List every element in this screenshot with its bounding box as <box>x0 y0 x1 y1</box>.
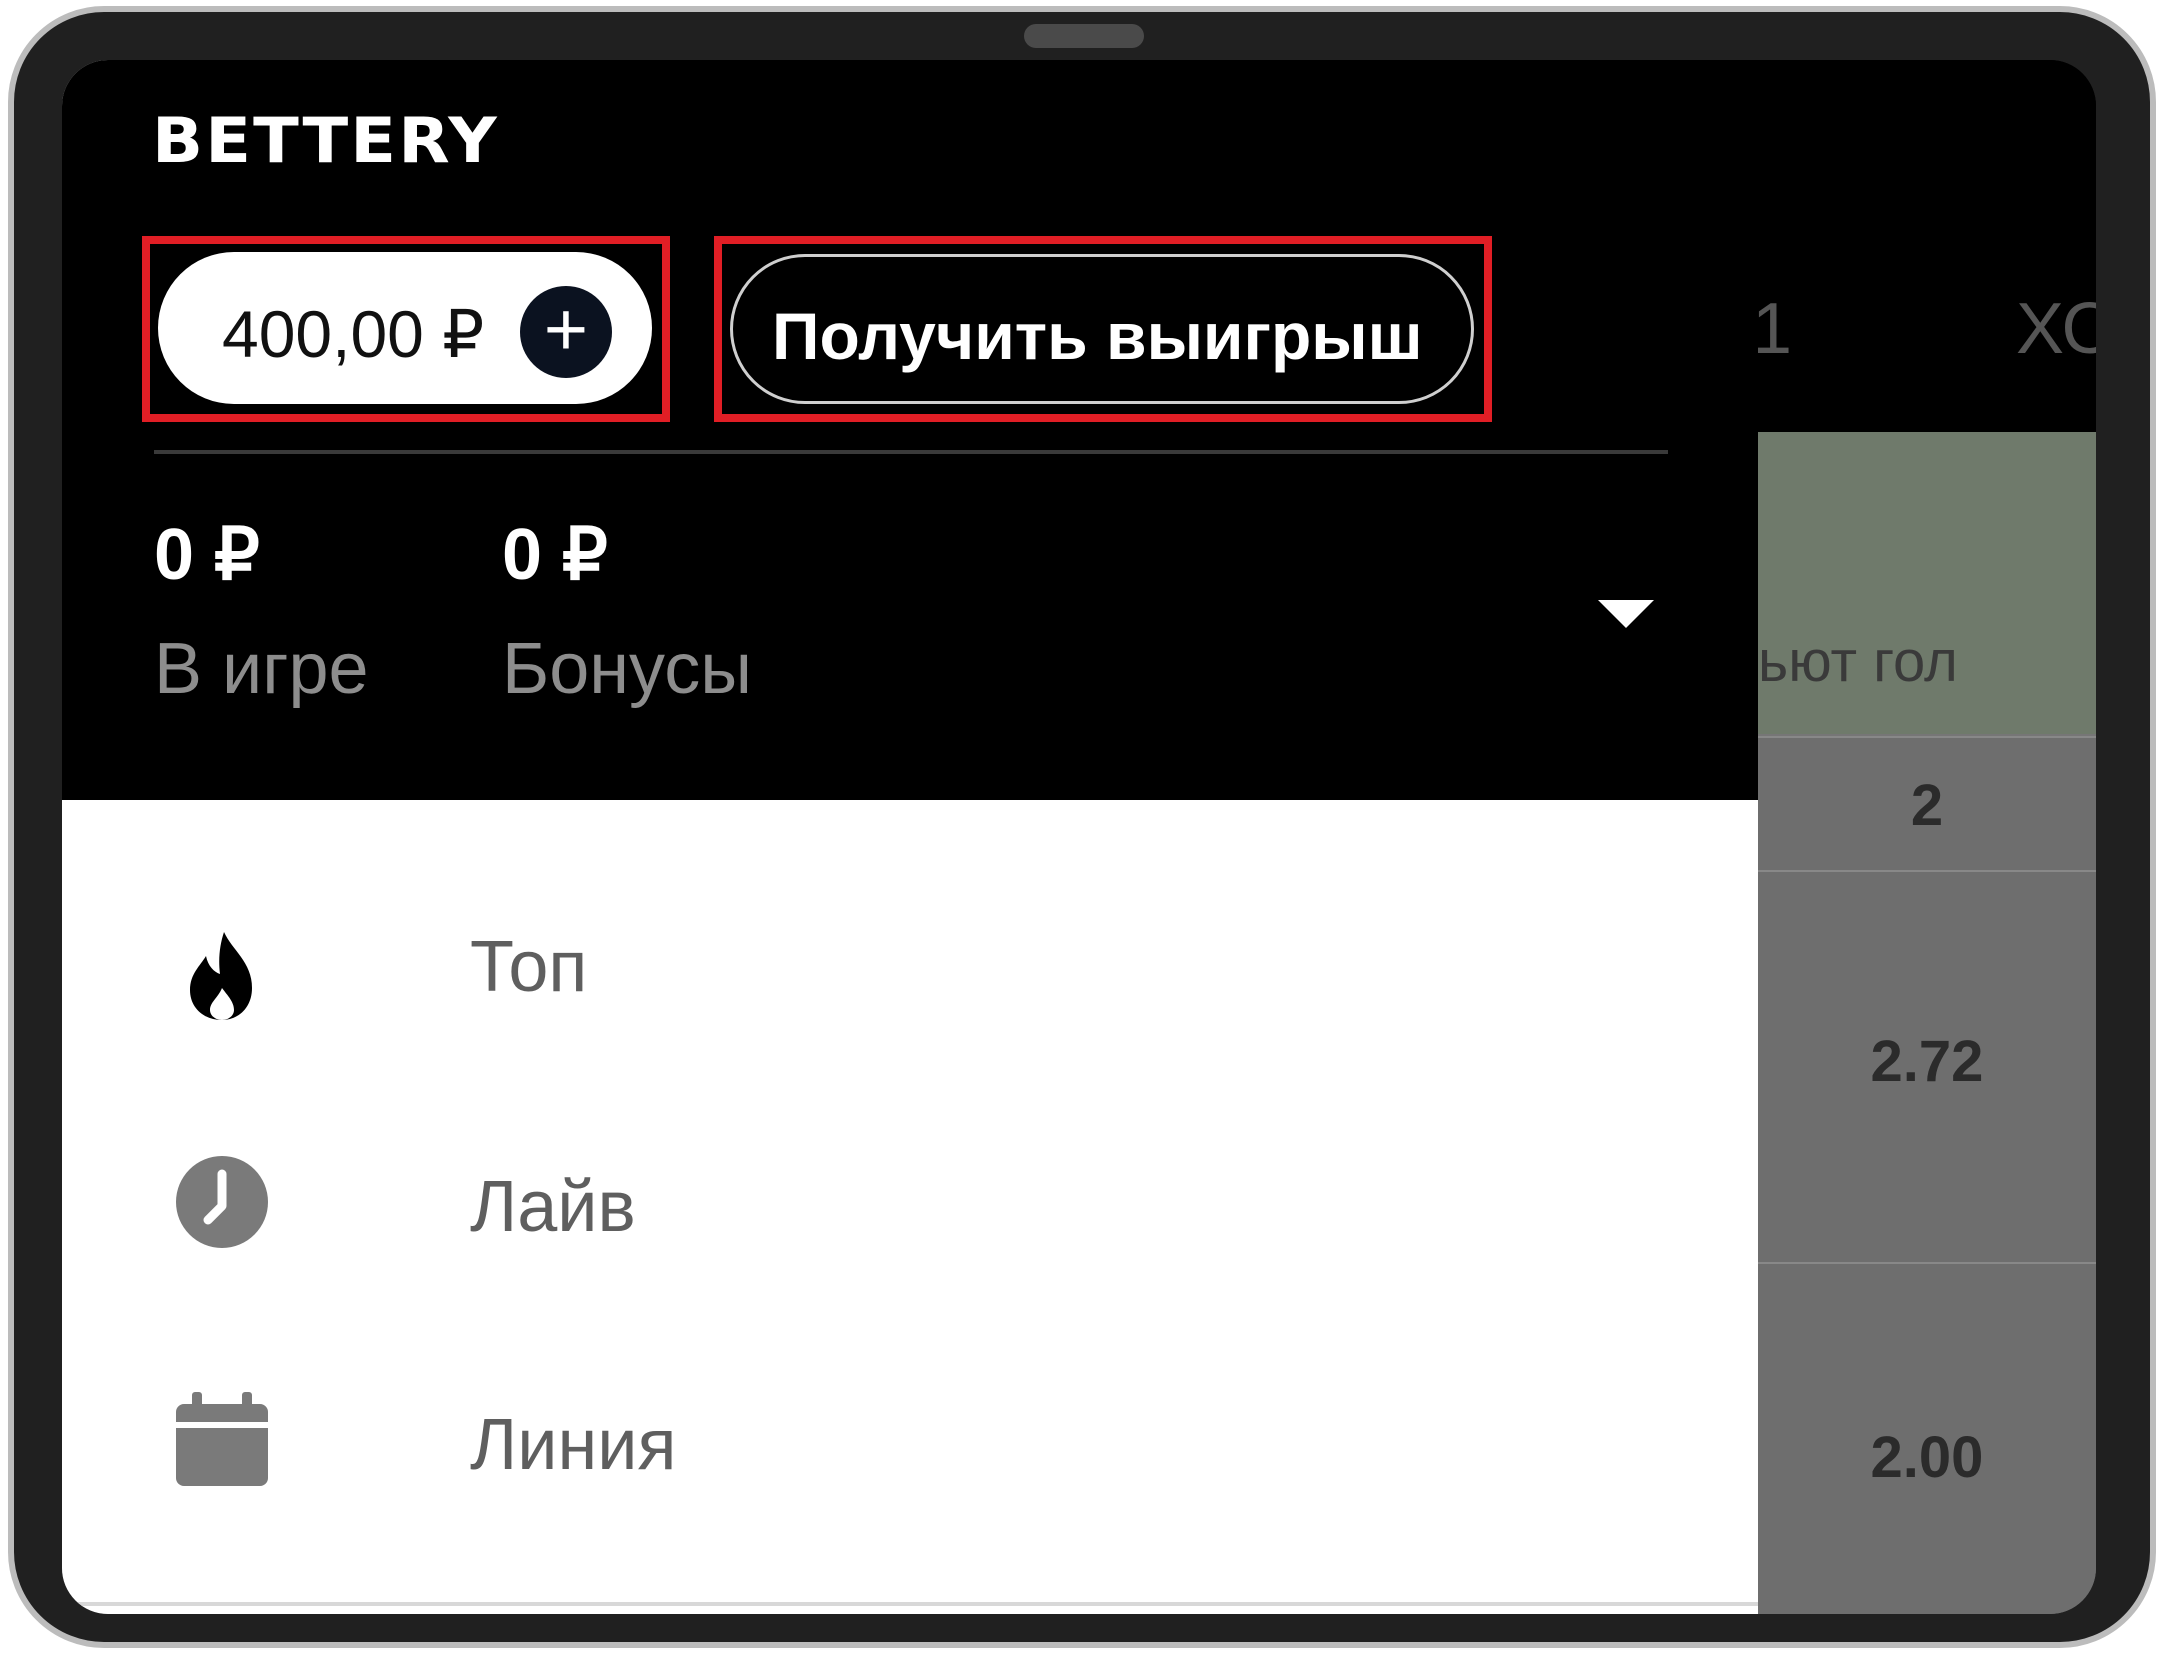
menu-item-live[interactable]: Лайв <box>62 1104 1758 1304</box>
menu-divider <box>62 1602 1758 1606</box>
background-market-title: ьют гол <box>1758 629 1958 694</box>
highlight-frame-withdraw <box>714 236 1492 422</box>
fire-icon <box>190 932 252 1020</box>
brand-logo: BETTERY <box>152 104 499 177</box>
header-divider <box>154 450 1668 454</box>
calendar-icon <box>176 1392 268 1486</box>
background-tab[interactable]: ХО <box>2016 288 2096 370</box>
menu-item-label: Лайв <box>470 1167 636 1247</box>
clock-icon <box>176 1156 268 1248</box>
device-notch <box>1024 24 1144 48</box>
in-game-label: В игре <box>154 629 369 709</box>
bonus-amount: 0 ₽ <box>502 515 608 595</box>
highlight-frame-balance <box>142 236 670 422</box>
app-screen: 1 ХО ьют гол 2 2.72 2.00 BETTERY 400,00 … <box>62 60 2096 1614</box>
menu-item-line[interactable]: Линия <box>62 1342 1758 1542</box>
menu-item-label: Топ <box>470 927 588 1007</box>
expand-caret-icon[interactable] <box>1598 600 1654 628</box>
background-odds-value[interactable]: 2.72 <box>1758 1028 2096 1095</box>
menu-item-top[interactable]: Топ <box>62 868 1758 1068</box>
bonus-label: Бонусы <box>502 629 752 709</box>
navigation-drawer: BETTERY 400,00 ₽ + Получить выигрыш 0 ₽ … <box>62 60 1758 1614</box>
background-odds-value[interactable]: 2 <box>1758 772 2096 839</box>
in-game-amount: 0 ₽ <box>154 515 260 595</box>
background-odds-value[interactable]: 2.00 <box>1758 1424 2096 1491</box>
menu-item-label: Линия <box>470 1405 677 1485</box>
background-tab[interactable]: 1 <box>1752 288 1792 370</box>
